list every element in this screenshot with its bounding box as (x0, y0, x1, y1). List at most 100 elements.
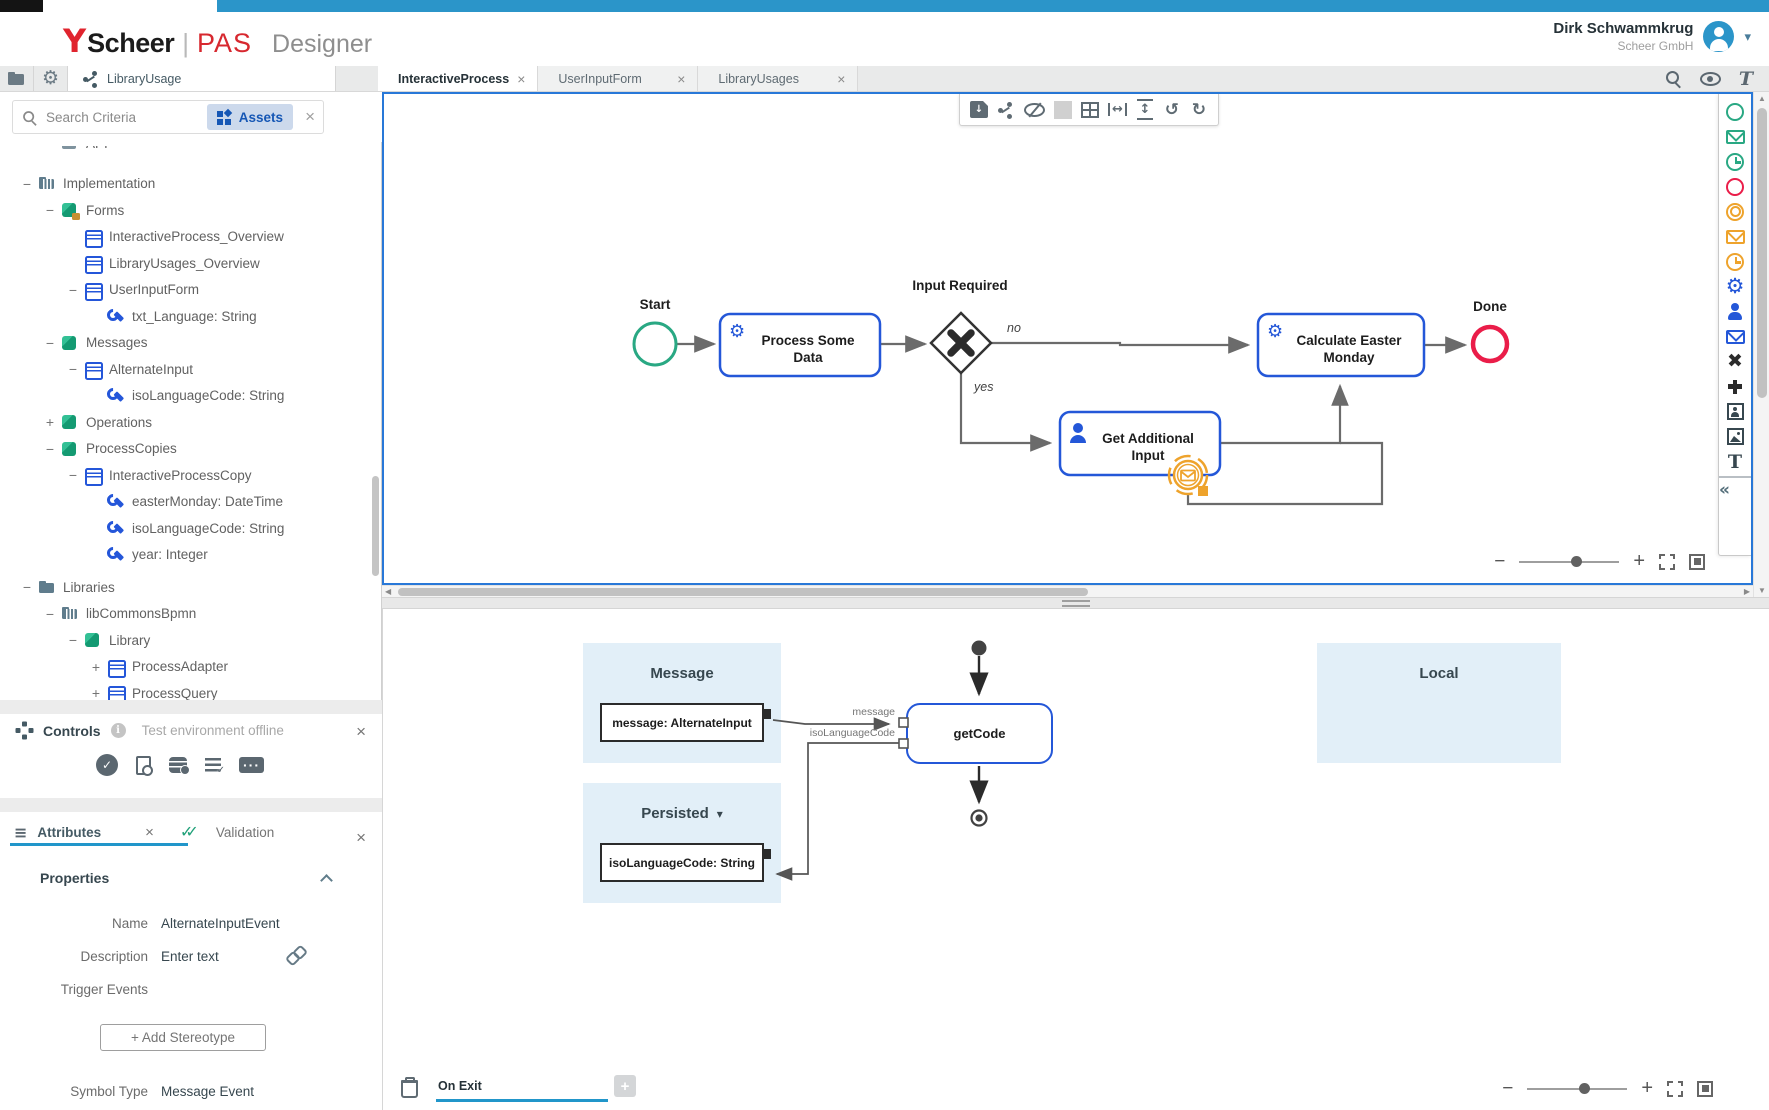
zoom-slider[interactable] (1527, 1088, 1627, 1090)
export-icon[interactable] (970, 101, 988, 118)
validate-icon[interactable] (96, 754, 118, 776)
flow-no[interactable] (991, 343, 1248, 345)
tree-item[interactable]: txt_Language: String (0, 303, 368, 330)
redo-icon[interactable]: ↻ (1190, 100, 1208, 120)
getcode-operation-node[interactable]: getCode (906, 703, 1053, 764)
clear-search-icon[interactable]: × (305, 107, 315, 127)
console-icon[interactable] (239, 757, 264, 773)
tree-item[interactable]: − InteractiveProcessCopy (0, 462, 368, 489)
persisted-variable-box[interactable]: isoLanguageCode: String (600, 843, 764, 882)
tree-item[interactable]: + ProcessAdapter (0, 654, 368, 681)
vertical-spacing-icon[interactable]: ↕ (1136, 99, 1154, 120)
tree-item[interactable]: LibraryUsages_Overview (0, 250, 368, 277)
fit-to-screen-icon[interactable] (1697, 1081, 1713, 1097)
tree-toggle[interactable]: − (39, 441, 61, 457)
mapping-end-node[interactable] (972, 811, 987, 826)
selection-handle[interactable] (1198, 486, 1208, 496)
tree-toggle[interactable]: − (62, 467, 84, 483)
local-panel[interactable]: Local (1317, 643, 1561, 763)
tree-item[interactable]: − libCommonsBpmn (0, 601, 368, 628)
tree-item[interactable]: isoLanguageCode: String (0, 383, 368, 410)
scrollbar-thumb[interactable] (1757, 108, 1767, 398)
bpmn-canvas[interactable]: Start ⚙ Process Some Data Input Required… (382, 92, 1753, 585)
zoom-slider[interactable] (1519, 561, 1619, 563)
tree-toggle[interactable]: − (62, 282, 84, 298)
task-calculate-easter-monday[interactable] (1258, 314, 1424, 376)
tree-item[interactable]: − Implementation (0, 171, 368, 198)
name-value[interactable]: AlternateInputEvent (161, 916, 280, 931)
analyze-icon[interactable] (136, 756, 151, 775)
tree-toggle[interactable]: − (62, 361, 84, 377)
user-menu-caret-icon[interactable]: ▾ (1744, 29, 1751, 45)
connector-message[interactable] (773, 720, 889, 724)
flow-yes[interactable] (961, 373, 1050, 443)
log-icon[interactable] (205, 758, 221, 772)
tree-toggle[interactable]: + (39, 414, 61, 430)
tree-item[interactable]: − ProcessCopies (0, 436, 368, 463)
search-input[interactable]: Search Criteria Assets × (12, 100, 324, 134)
end-event[interactable] (1473, 327, 1507, 361)
canvas-horizontal-scrollbar[interactable]: ◀ ▶ (382, 585, 1753, 597)
explorer-tab[interactable] (0, 66, 34, 91)
close-panel-icon[interactable]: × (356, 828, 366, 848)
tree-item[interactable]: InteractiveProcess_Overview (0, 224, 368, 251)
start-event[interactable] (634, 323, 676, 365)
user-menu[interactable]: Dirk Schwammkrug Scheer GmbH ▾ (1553, 20, 1751, 53)
settings-tab[interactable] (34, 66, 68, 91)
tab-library-usage[interactable]: LibraryUsage (68, 66, 336, 91)
tab-user-input-form[interactable]: UserInputForm × (538, 66, 698, 91)
tree-toggle[interactable]: − (39, 606, 61, 622)
flow-boundary[interactable] (1188, 443, 1382, 504)
zoom-out-icon[interactable]: − (1502, 1078, 1513, 1100)
collapse-section-icon[interactable] (320, 874, 333, 887)
tree-toggle[interactable]: − (62, 632, 84, 648)
boundary-message-event[interactable] (1174, 461, 1202, 489)
tree-item[interactable]: − UserInputForm (0, 277, 368, 304)
scroll-right-icon[interactable]: ▶ (1744, 587, 1750, 596)
tree-toggle[interactable]: − (39, 335, 61, 351)
scroll-down-icon[interactable]: ▼ (1754, 586, 1769, 595)
scroll-up-icon[interactable]: ▲ (1754, 94, 1769, 103)
tree-item[interactable]: − AlternateInput (0, 356, 368, 383)
search-icon[interactable] (1665, 70, 1682, 87)
undo-icon[interactable]: ↺ (1163, 100, 1181, 120)
tree-toggle[interactable]: + (85, 685, 107, 700)
zoom-in-icon[interactable]: + (1641, 1077, 1653, 1100)
tree-item[interactable]: + ProcessQuery (0, 680, 368, 700)
task-process-some-data[interactable] (720, 314, 880, 376)
description-value[interactable]: Enter text (161, 949, 219, 964)
visibility-icon[interactable] (1700, 72, 1721, 86)
add-mapping-tab-icon[interactable]: + (614, 1075, 636, 1097)
zoom-in-icon[interactable]: + (1633, 550, 1645, 573)
tree-toggle[interactable]: − (16, 579, 38, 595)
tree-item[interactable]: − Library (0, 627, 368, 654)
flow-input-to-calculate[interactable] (1220, 386, 1340, 443)
tree-toggle[interactable]: − (39, 202, 61, 218)
tab-library-usages[interactable]: LibraryUsages × (698, 66, 858, 91)
tree-item[interactable]: isoLanguageCode: String (0, 515, 368, 542)
mapping-canvas[interactable]: Message Persisted▾ Local message: Altern… (382, 609, 1769, 1110)
fullscreen-icon[interactable] (1659, 554, 1675, 570)
connector-stub[interactable] (762, 709, 771, 719)
tree-item[interactable]: year: Integer (0, 542, 368, 569)
hide-icon[interactable] (1024, 103, 1045, 117)
close-controls-icon[interactable]: × (356, 722, 366, 742)
zoom-out-icon[interactable]: − (1494, 551, 1505, 573)
tab-close-icon[interactable]: × (837, 71, 845, 87)
tree-scrollbar[interactable] (372, 476, 379, 576)
message-variable-box[interactable]: message: AlternateInput (600, 703, 764, 742)
add-stereotype-button[interactable]: + Add Stereotype (100, 1024, 266, 1051)
persisted-dropdown-icon[interactable]: ▾ (717, 807, 723, 821)
scrollbar-thumb[interactable] (398, 588, 1088, 596)
fit-to-screen-icon[interactable] (1689, 554, 1705, 570)
tree-item[interactable]: − Forms (0, 197, 368, 224)
toolbar-separator[interactable] (1054, 101, 1072, 119)
tab-interactive-process[interactable]: InteractiveProcess × (378, 66, 538, 91)
tab-close-icon[interactable]: × (677, 71, 685, 87)
zoom-slider-handle[interactable] (1579, 1083, 1590, 1094)
fullscreen-icon[interactable] (1667, 1081, 1683, 1097)
canvas-vertical-scrollbar[interactable]: ▲ ▼ (1753, 92, 1769, 597)
scroll-left-icon[interactable]: ◀ (385, 587, 391, 596)
tab-attributes[interactable]: Attributes (37, 825, 101, 840)
share-icon[interactable] (997, 102, 1015, 118)
